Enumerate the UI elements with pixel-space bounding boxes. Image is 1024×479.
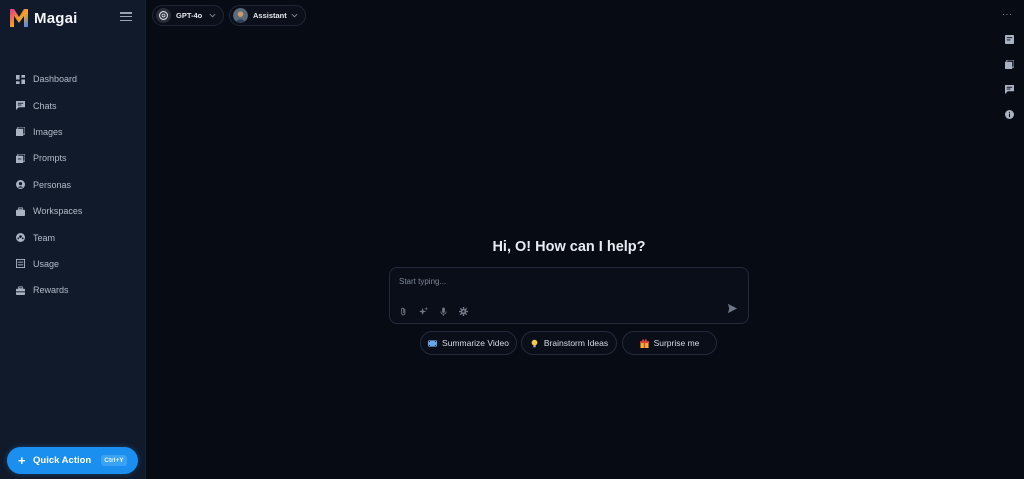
suggestion-label: Surprise me <box>653 338 700 348</box>
sidebar-item-label: Rewards <box>33 285 69 296</box>
shortcut-badge: Ctrl+Y <box>101 455 127 466</box>
prompts-icon <box>16 153 25 163</box>
sidebar-item-workspaces[interactable]: Workspaces <box>0 198 146 224</box>
sidebar-item-label: Prompts <box>33 153 67 164</box>
dashboard-icon <box>16 74 25 84</box>
chat-icon <box>16 101 25 111</box>
suggestion-brainstorm-ideas[interactable]: Brainstorm Ideas <box>521 331 617 355</box>
plus-icon: + <box>18 453 26 468</box>
sidebar-item-label: Images <box>33 126 63 137</box>
sidebar-item-dashboard[interactable]: Dashboard <box>0 66 146 92</box>
sidebar: Magai Dashboard Chats Images Prompts Per… <box>0 0 146 479</box>
sidebar-toggle-button[interactable] <box>120 12 132 22</box>
sparkle-icon[interactable] <box>419 307 428 316</box>
sidebar-nav: Dashboard Chats Images Prompts Personas <box>0 66 146 304</box>
suggestion-label: Brainstorm Ideas <box>543 338 609 348</box>
avatar <box>233 8 248 23</box>
sidebar-item-prompts[interactable]: Prompts <box>0 145 146 171</box>
composer <box>389 267 749 324</box>
suggestion-surprise-me[interactable]: Surprise me <box>622 331 717 355</box>
chevron-down-icon <box>291 13 298 18</box>
sidebar-item-label: Team <box>33 232 56 243</box>
sidebar-item-rewards[interactable]: Rewards <box>0 277 146 303</box>
chevron-down-icon <box>209 13 216 18</box>
library-icon[interactable] <box>1005 60 1014 69</box>
gift-icon <box>639 338 649 348</box>
persona-label: Assistant <box>253 11 287 20</box>
persona-selector[interactable]: Assistant <box>229 5 306 26</box>
more-options-icon[interactable]: ··· <box>1002 11 1013 19</box>
team-icon <box>16 233 25 243</box>
film-icon <box>428 339 438 348</box>
brand-name: Magai <box>34 9 78 27</box>
sidebar-item-label: Workspaces <box>33 206 83 217</box>
message-input[interactable] <box>399 277 699 286</box>
suggestion-label: Summarize Video <box>442 338 509 348</box>
quick-action-label: Quick Action <box>33 455 92 466</box>
openai-icon <box>156 8 171 23</box>
images-icon <box>16 127 25 137</box>
sidebar-item-usage[interactable]: Usage <box>0 251 146 277</box>
attach-icon[interactable] <box>399 307 408 316</box>
model-label: GPT-4o <box>176 11 203 20</box>
info-icon[interactable] <box>1005 110 1014 119</box>
send-icon[interactable] <box>727 303 738 314</box>
sidebar-item-team[interactable]: Team <box>0 224 146 250</box>
greeting-title: Hi, O! How can I help? <box>492 239 646 255</box>
lightbulb-icon <box>530 339 539 348</box>
briefcase-icon <box>16 207 25 216</box>
sidebar-item-label: Usage <box>33 258 60 269</box>
comment-icon[interactable] <box>1005 85 1014 94</box>
sidebar-item-images[interactable]: Images <box>0 119 146 145</box>
settings-icon[interactable] <box>459 307 468 316</box>
gift-icon <box>16 286 25 295</box>
quick-action-button[interactable]: + Quick Action Ctrl+Y <box>7 447 138 474</box>
sidebar-item-personas[interactable]: Personas <box>0 172 146 198</box>
usage-icon <box>16 259 25 269</box>
sidebar-item-label: Personas <box>33 179 72 190</box>
brand[interactable]: Magai <box>9 7 78 29</box>
sidebar-item-chats[interactable]: Chats <box>0 92 146 118</box>
model-selector[interactable]: GPT-4o <box>152 5 224 26</box>
notes-icon[interactable] <box>1005 35 1014 44</box>
mic-icon[interactable] <box>439 307 448 316</box>
sidebar-item-label: Chats <box>33 100 57 111</box>
sidebar-item-label: Dashboard <box>33 74 78 85</box>
suggestion-summarize-video[interactable]: Summarize Video <box>420 331 517 355</box>
persona-icon <box>16 180 25 190</box>
magai-logo-icon <box>10 9 28 27</box>
